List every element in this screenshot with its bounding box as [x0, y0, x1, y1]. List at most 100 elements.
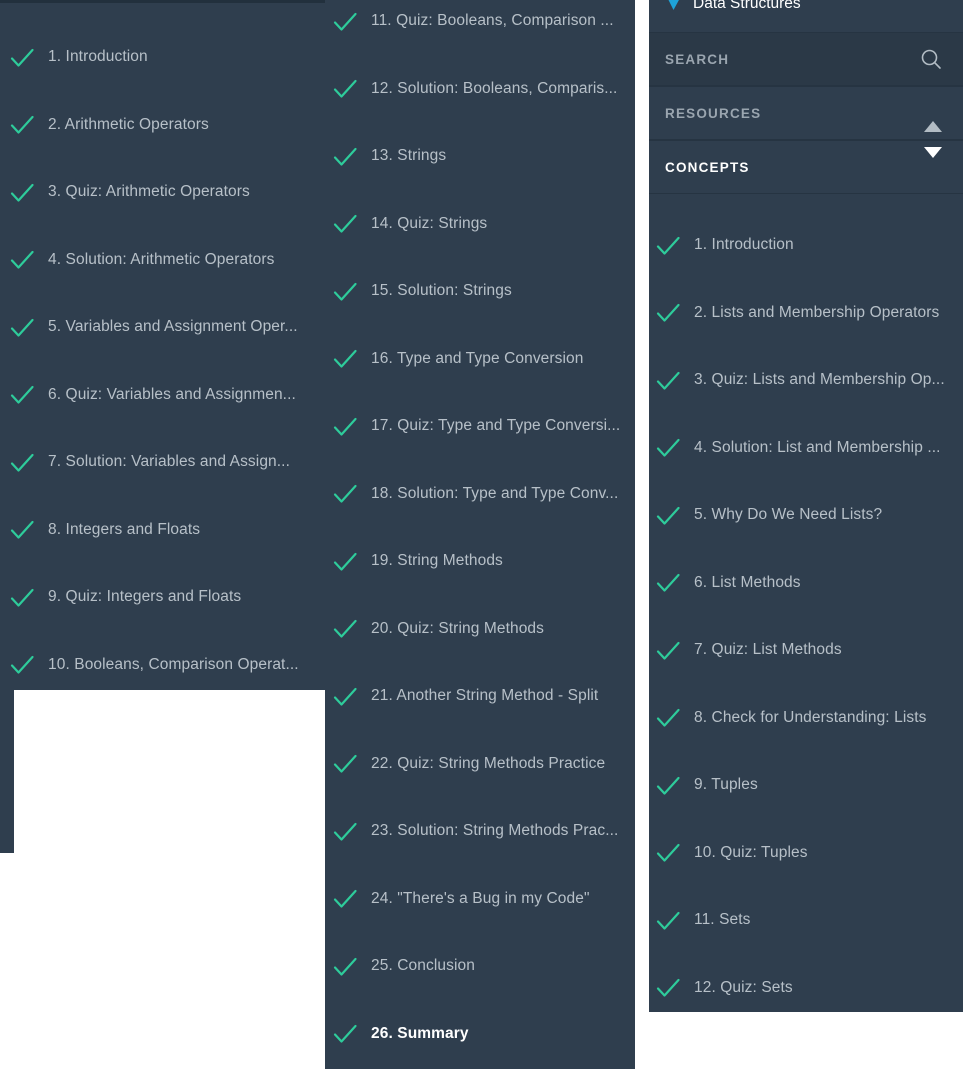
lesson-item-label: 24. "There's a Bug in my Code"	[371, 889, 590, 907]
lesson-item-label: 16. Type and Type Conversion	[371, 349, 584, 367]
lesson-list-item[interactable]: 11. Quiz: Booleans, Comparison ...	[325, 0, 635, 56]
lesson-list-item[interactable]: 6. Quiz: Variables and Assignmen...	[0, 362, 325, 430]
lesson-list-item[interactable]: 3. Quiz: Lists and Membership Op...	[649, 347, 963, 415]
check-icon	[332, 481, 358, 507]
lesson-item-label: 11. Quiz: Booleans, Comparison ...	[371, 12, 614, 30]
lesson-list-item[interactable]: 8. Integers and Floats	[0, 497, 325, 565]
check-icon	[9, 45, 35, 71]
search-icon[interactable]	[920, 48, 942, 70]
lesson-list-item[interactable]: 12. Solution: Booleans, Comparis...	[325, 56, 635, 124]
triangle-up-icon[interactable]	[924, 104, 942, 132]
lesson-item-label: 19. String Methods	[371, 552, 503, 570]
lesson-list-item[interactable]: 6. List Methods	[649, 550, 963, 618]
lesson-list-item[interactable]: 2. Lists and Membership Operators	[649, 280, 963, 348]
lesson-list-item[interactable]: 21. Another String Method - Split	[325, 663, 635, 731]
lesson-item-label: 9. Tuples	[694, 776, 758, 794]
lesson-list-item[interactable]: 13. Strings	[325, 123, 635, 191]
lesson-list-item[interactable]: 18. Solution: Type and Type Conv...	[325, 461, 635, 529]
check-icon	[332, 684, 358, 710]
lesson-list-item[interactable]: 22. Quiz: String Methods Practice	[325, 731, 635, 799]
lesson-item-label: 18. Solution: Type and Type Conv...	[371, 484, 619, 502]
check-icon	[9, 652, 35, 678]
lesson-item-label: 1. Introduction	[48, 48, 148, 66]
lesson-item-label: 3. Quiz: Lists and Membership Op...	[694, 371, 945, 389]
check-icon	[9, 315, 35, 341]
back-arrow-icon[interactable]	[667, 0, 681, 11]
lesson-item-label: 12. Solution: Booleans, Comparis...	[371, 79, 618, 97]
lesson-item-label: 8. Check for Understanding: Lists	[694, 708, 927, 726]
lesson-list-item[interactable]: 19. String Methods	[325, 528, 635, 596]
lesson-list-right: 1. Introduction 2. Lists and Membership O…	[649, 195, 963, 1012]
check-icon	[332, 954, 358, 980]
resources-row[interactable]: RESOURCES	[649, 86, 963, 140]
lesson-item-label: 10. Booleans, Comparison Operat...	[48, 655, 299, 673]
course-header[interactable]: Data Structures	[649, 0, 963, 20]
check-icon	[332, 886, 358, 912]
lesson-list-item[interactable]: 5. Variables and Assignment Oper...	[0, 294, 325, 362]
check-icon	[655, 300, 681, 326]
lesson-list-middle: 11. Quiz: Booleans, Comparison ... 12. So…	[325, 0, 635, 1068]
lesson-list-item[interactable]: 24. "There's a Bug in my Code"	[325, 866, 635, 934]
lesson-list-item[interactable]: 10. Quiz: Tuples	[649, 820, 963, 888]
lesson-list-item[interactable]: 14. Quiz: Strings	[325, 191, 635, 259]
lesson-panel-middle: 11. Quiz: Booleans, Comparison ... 12. So…	[325, 0, 635, 1069]
check-icon	[332, 819, 358, 845]
lesson-list-item[interactable]: 1. Introduction	[0, 24, 325, 92]
lesson-item-label: 4. Solution: Arithmetic Operators	[48, 250, 275, 268]
lesson-item-label: 7. Solution: Variables and Assign...	[48, 453, 290, 471]
course-title: Data Structures	[693, 0, 801, 12]
lesson-list-item[interactable]: 9. Tuples	[649, 752, 963, 820]
lesson-list-item[interactable]: 12. Quiz: Sets	[649, 955, 963, 1013]
lesson-list-item[interactable]: 11. Sets	[649, 887, 963, 955]
lesson-list-item[interactable]: 25. Conclusion	[325, 933, 635, 1001]
check-icon	[9, 112, 35, 138]
triangle-down-icon[interactable]	[924, 147, 942, 176]
check-icon	[332, 76, 358, 102]
concepts-row[interactable]: CONCEPTS	[649, 140, 963, 194]
lesson-list-item[interactable]: 20. Quiz: String Methods	[325, 596, 635, 664]
lesson-item-label: 2. Lists and Membership Operators	[694, 303, 940, 321]
lesson-item-label: 7. Quiz: List Methods	[694, 641, 842, 659]
lesson-list-item[interactable]: 16. Type and Type Conversion	[325, 326, 635, 394]
check-icon	[332, 616, 358, 642]
check-icon	[655, 503, 681, 529]
lesson-list-item[interactable]: 4. Solution: Arithmetic Operators	[0, 227, 325, 295]
concepts-list-container: 1. Introduction 2. Lists and Membership O…	[649, 195, 963, 1012]
check-icon	[655, 368, 681, 394]
lesson-list-item[interactable]: 5. Why Do We Need Lists?	[649, 482, 963, 550]
check-icon	[9, 180, 35, 206]
lesson-list-item[interactable]: 7. Quiz: List Methods	[649, 617, 963, 685]
lesson-list-item[interactable]: 15. Solution: Strings	[325, 258, 635, 326]
lesson-item-label: 25. Conclusion	[371, 957, 475, 975]
lesson-list-item[interactable]: 10. Booleans, Comparison Operat...	[0, 632, 325, 691]
lesson-item-label: 5. Variables and Assignment Oper...	[48, 318, 298, 336]
lesson-item-label: 10. Quiz: Tuples	[694, 843, 808, 861]
lesson-item-label: 23. Solution: String Methods Prac...	[371, 822, 619, 840]
check-icon	[332, 549, 358, 575]
check-icon	[655, 773, 681, 799]
check-icon	[332, 279, 358, 305]
lesson-list-item[interactable]: 9. Quiz: Integers and Floats	[0, 564, 325, 632]
check-icon	[655, 570, 681, 596]
lesson-list-item[interactable]: 23. Solution: String Methods Prac...	[325, 798, 635, 866]
lesson-list-item[interactable]: 3. Quiz: Arithmetic Operators	[0, 159, 325, 227]
lesson-item-label: 12. Quiz: Sets	[694, 978, 793, 996]
check-icon	[9, 382, 35, 408]
lesson-list-item[interactable]: 7. Solution: Variables and Assign...	[0, 429, 325, 497]
lesson-item-label: 13. Strings	[371, 147, 447, 165]
search-row[interactable]: SEARCH	[649, 32, 963, 86]
lesson-list-item[interactable]: 26. Summary	[325, 1001, 635, 1069]
check-icon	[332, 1021, 358, 1047]
search-label: SEARCH	[665, 51, 730, 67]
lesson-list-item[interactable]: 8. Check for Understanding: Lists	[649, 685, 963, 753]
check-icon	[9, 450, 35, 476]
lesson-list-item[interactable]: 2. Arithmetic Operators	[0, 92, 325, 160]
check-icon	[655, 840, 681, 866]
check-icon	[655, 975, 681, 1001]
check-icon	[655, 435, 681, 461]
check-icon	[9, 247, 35, 273]
lesson-list-item[interactable]: 1. Introduction	[649, 212, 963, 280]
concepts-label: CONCEPTS	[665, 159, 750, 175]
lesson-list-item[interactable]: 4. Solution: List and Membership ...	[649, 415, 963, 483]
lesson-list-item[interactable]: 17. Quiz: Type and Type Conversi...	[325, 393, 635, 461]
